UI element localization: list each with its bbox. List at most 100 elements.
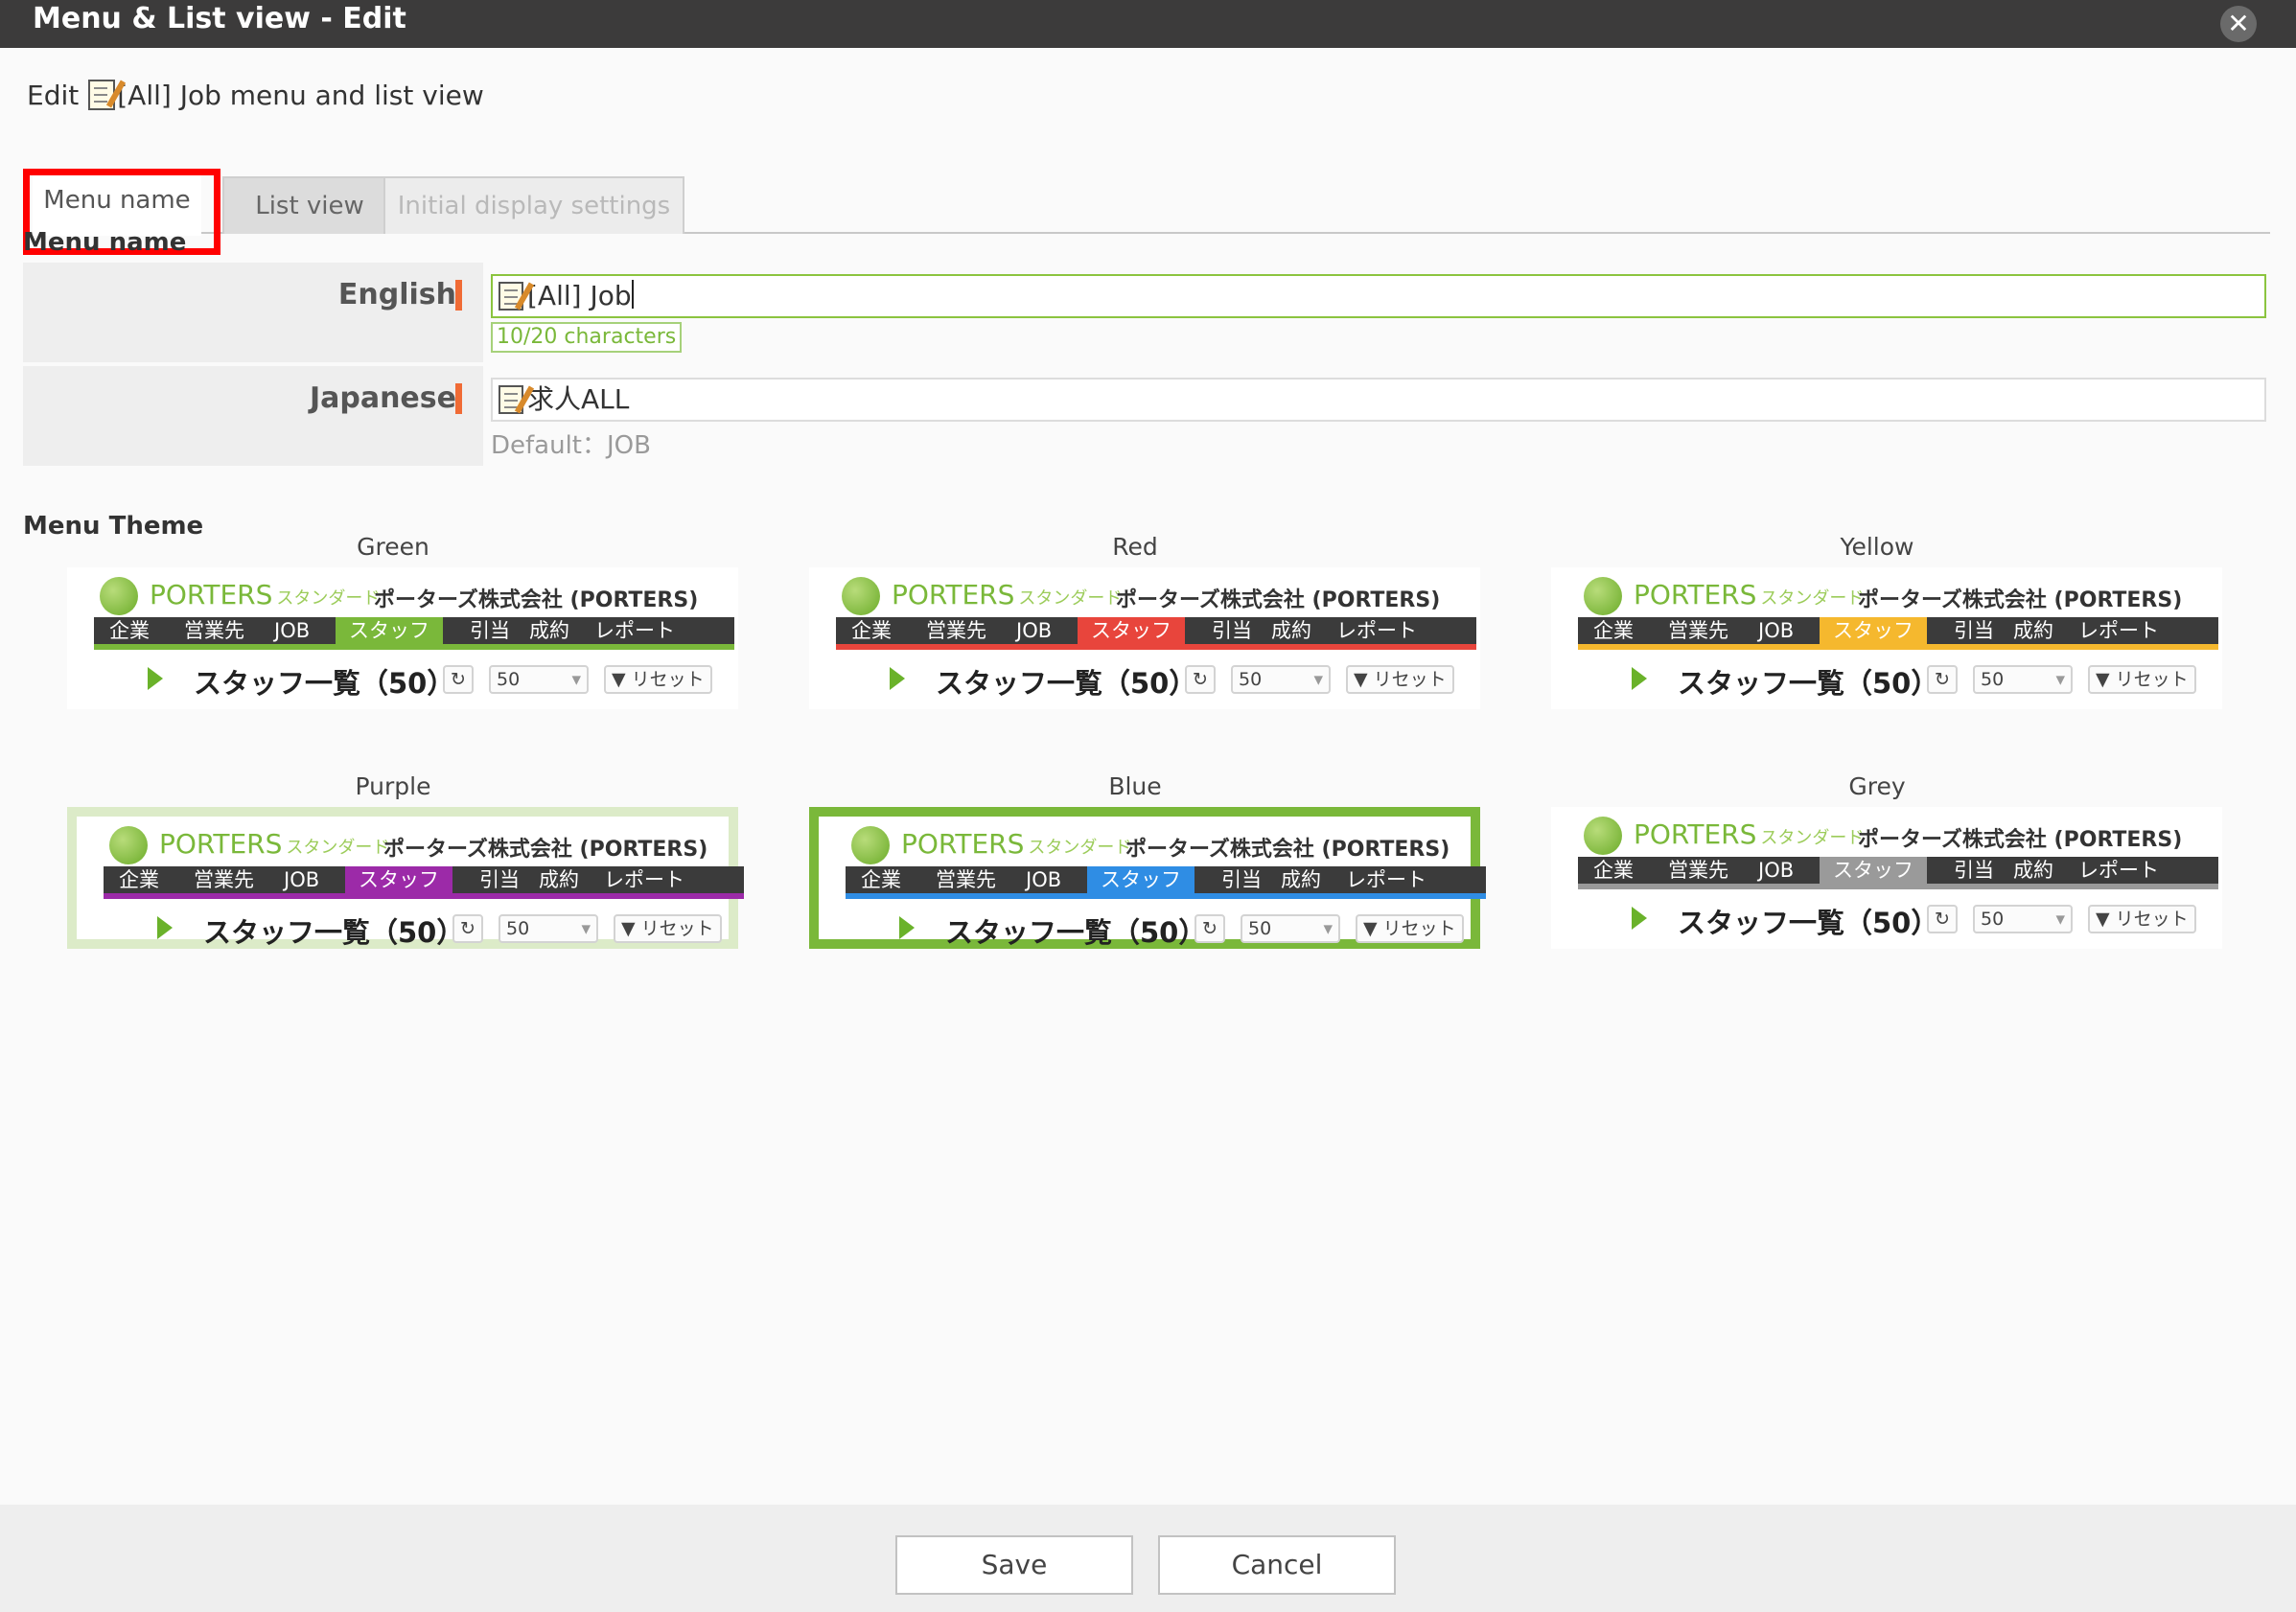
page-size-select-label: 50 [1239,669,1263,690]
tab-list-view[interactable]: List view [222,176,397,234]
chevron-down-icon: ▾ [2055,669,2065,690]
theme-option-grey[interactable]: Grey PORTERS スタンダード ポーターズ株式会社 (PORTERS) 企業 営業… [1532,772,2222,955]
theme-preview-card[interactable]: PORTERS スタンダード ポーターズ株式会社 (PORTERS) 企業 営業先 JOB… [1551,567,2222,709]
preview-nav-item: 成約 [529,619,569,642]
window-title: Menu & List view - Edit [33,2,406,35]
refresh-icon: ↻ [452,914,483,943]
page-size-select-label: 50 [497,669,521,690]
preview-nav-item: スタッフ [1820,617,1927,644]
preview-nav-item: 成約 [1281,868,1321,891]
company-name: ポーターズ株式会社 (PORTERS) [374,588,699,612]
preview-nav-bar: 企業 営業先 JOB スタッフ 引当 成約 レポート [104,866,744,899]
preview-nav-item: JOB [1758,619,1795,642]
brand-name: PORTERS スタンダード [892,579,1122,610]
theme-preview-card[interactable]: PORTERS スタンダード ポーターズ株式会社 (PORTERS) 企業 営業先 JOB… [67,567,738,709]
window-titlebar: Menu & List view - Edit ✕ [0,0,2296,48]
preview-nav-item: JOB [1758,859,1795,882]
tab-menu-name[interactable]: Menu name [33,173,201,236]
preview-nav-item: 引当 [470,619,510,642]
text-caret [631,280,634,309]
preview-nav-item: レポート [1346,868,1426,891]
preview-list-title: スタッフ一覧（50） [1678,907,1939,939]
theme-name-label: Yellow [1840,533,1914,561]
memo-icon [499,385,523,414]
reset-filter-button-label: リセット [1382,918,1456,939]
cancel-button[interactable]: Cancel [1158,1535,1396,1595]
brand-name: PORTERS スタンダード [1634,579,1864,610]
preview-nav-item: JOB [284,868,320,891]
refresh-icon: ↻ [443,665,474,694]
preview-list-title: スタッフ一覧（50） [936,667,1197,700]
play-arrow-icon [890,667,905,690]
japanese-name-input[interactable]: 求人ALL [491,378,2266,422]
preview-nav-item: 企業 [851,619,892,642]
japanese-row: Japanese 求人ALL Default：JOB [23,366,2266,466]
japanese-name-value: 求人ALL [527,383,630,415]
filter-icon: ▼ [1354,669,1374,690]
chevron-down-icon: ▾ [581,918,591,939]
theme-name-label: Blue [1108,772,1162,800]
preview-nav-item: レポート [1336,619,1417,642]
theme-option-purple[interactable]: Purple PORTERS スタンダード ポーターズ株式会社 (PORTERS) 企業… [48,772,744,955]
preview-list-row: スタッフ一覧（50） ↻ 50 ▾ ▼ リセット [1551,657,2218,703]
theme-name-label: Purple [355,772,431,800]
menu-name-section-label: Menu name [23,228,187,257]
preview-nav-item: 引当 [1954,619,1994,642]
preview-nav-item: レポート [2078,619,2159,642]
theme-preview-card[interactable]: PORTERS スタンダード ポーターズ株式会社 (PORTERS) 企業 営業先 JOB… [67,807,744,949]
preview-nav-bar: 企業 営業先 JOB スタッフ 引当 成約 レポート [94,617,734,650]
preview-nav-item: 引当 [1212,619,1252,642]
reset-filter-button-label: リセット [631,669,705,690]
page-size-select: 50 ▾ [1231,665,1331,694]
japanese-label: Japanese [309,381,456,415]
chevron-down-icon: ▾ [2055,909,2065,930]
theme-preview-card[interactable]: PORTERS スタンダード ポーターズ株式会社 (PORTERS) 企業 営業先 JOB… [809,807,1486,949]
theme-option-red[interactable]: Red PORTERS スタンダード ポーターズ株式会社 (PORTERS) 企業 営業先… [790,533,1480,715]
theme-option-blue[interactable]: Blue PORTERS スタンダード ポーターズ株式会社 (PORTERS) 企業 営業… [790,772,1486,955]
theme-option-green[interactable]: Green PORTERS スタンダード ポーターズ株式会社 (PORTERS) 企業 営… [48,533,738,715]
porters-logo-icon [100,577,138,615]
chevron-down-icon: ▾ [1313,669,1323,690]
memo-icon [88,80,116,110]
brand-name: PORTERS スタンダード [1634,818,1864,850]
page-size-select: 50 ▾ [499,914,598,943]
page-size-select: 50 ▾ [1241,914,1340,943]
theme-option-yellow[interactable]: Yellow PORTERS スタンダード ポーターズ株式会社 (PORTERS) 企業… [1532,533,2222,715]
brand-name: PORTERS スタンダード [159,828,389,860]
theme-preview-card[interactable]: PORTERS スタンダード ポーターズ株式会社 (PORTERS) 企業 営業先 JOB… [1551,807,2222,949]
preview-nav-item: JOB [1016,619,1053,642]
preview-list-row: スタッフ一覧（50） ↻ 50 ▾ ▼ リセット [809,657,1476,703]
brand-label: PORTERS [901,828,1025,860]
preview-nav-item: スタッフ [345,866,452,893]
preview-nav-item: 営業先 [926,619,986,642]
brand-sub-label: スタンダード [276,588,381,609]
english-name-input[interactable]: [All] Job [491,274,2266,318]
default-hint: Default：JOB [491,431,651,460]
page-size-select-label: 50 [1981,909,2005,930]
preview-list-title: スタッフ一覧（50） [194,667,455,700]
preview-list-title: スタッフ一覧（50） [1678,667,1939,700]
reset-filter-button-label: リセット [2115,909,2189,930]
tab-initial-display-settings[interactable]: Initial display settings [383,176,684,234]
play-arrow-icon [1632,667,1647,690]
refresh-icon: ↻ [1927,665,1958,694]
tab-bar: Menu name List view Initial display sett… [23,123,2270,236]
preview-nav-item: レポート [2078,859,2159,882]
edit-heading: Edit [All] Job menu and list view [27,77,484,115]
save-button[interactable]: Save [895,1535,1133,1595]
chevron-down-icon: ▾ [571,669,581,690]
preview-nav-item: レポート [604,868,684,891]
brand-sub-label: スタンダード [1760,828,1865,848]
english-name-value: [All] Job [527,280,632,311]
filter-icon: ▼ [621,918,641,939]
preview-nav-item: スタッフ [1820,857,1927,884]
close-icon[interactable]: ✕ [2220,6,2257,42]
company-name: ポーターズ株式会社 (PORTERS) [1116,588,1441,612]
preview-nav-item: 成約 [2013,859,2053,882]
brand-name: PORTERS スタンダード [901,828,1131,860]
refresh-icon-label: ↻ [1202,918,1218,939]
theme-preview-card[interactable]: PORTERS スタンダード ポーターズ株式会社 (PORTERS) 企業 営業先 JOB… [809,567,1480,709]
company-name: ポーターズ株式会社 (PORTERS) [383,838,708,862]
brand-label: PORTERS [1634,579,1757,610]
edit-target-name: [All] Job menu and list view [117,80,484,111]
